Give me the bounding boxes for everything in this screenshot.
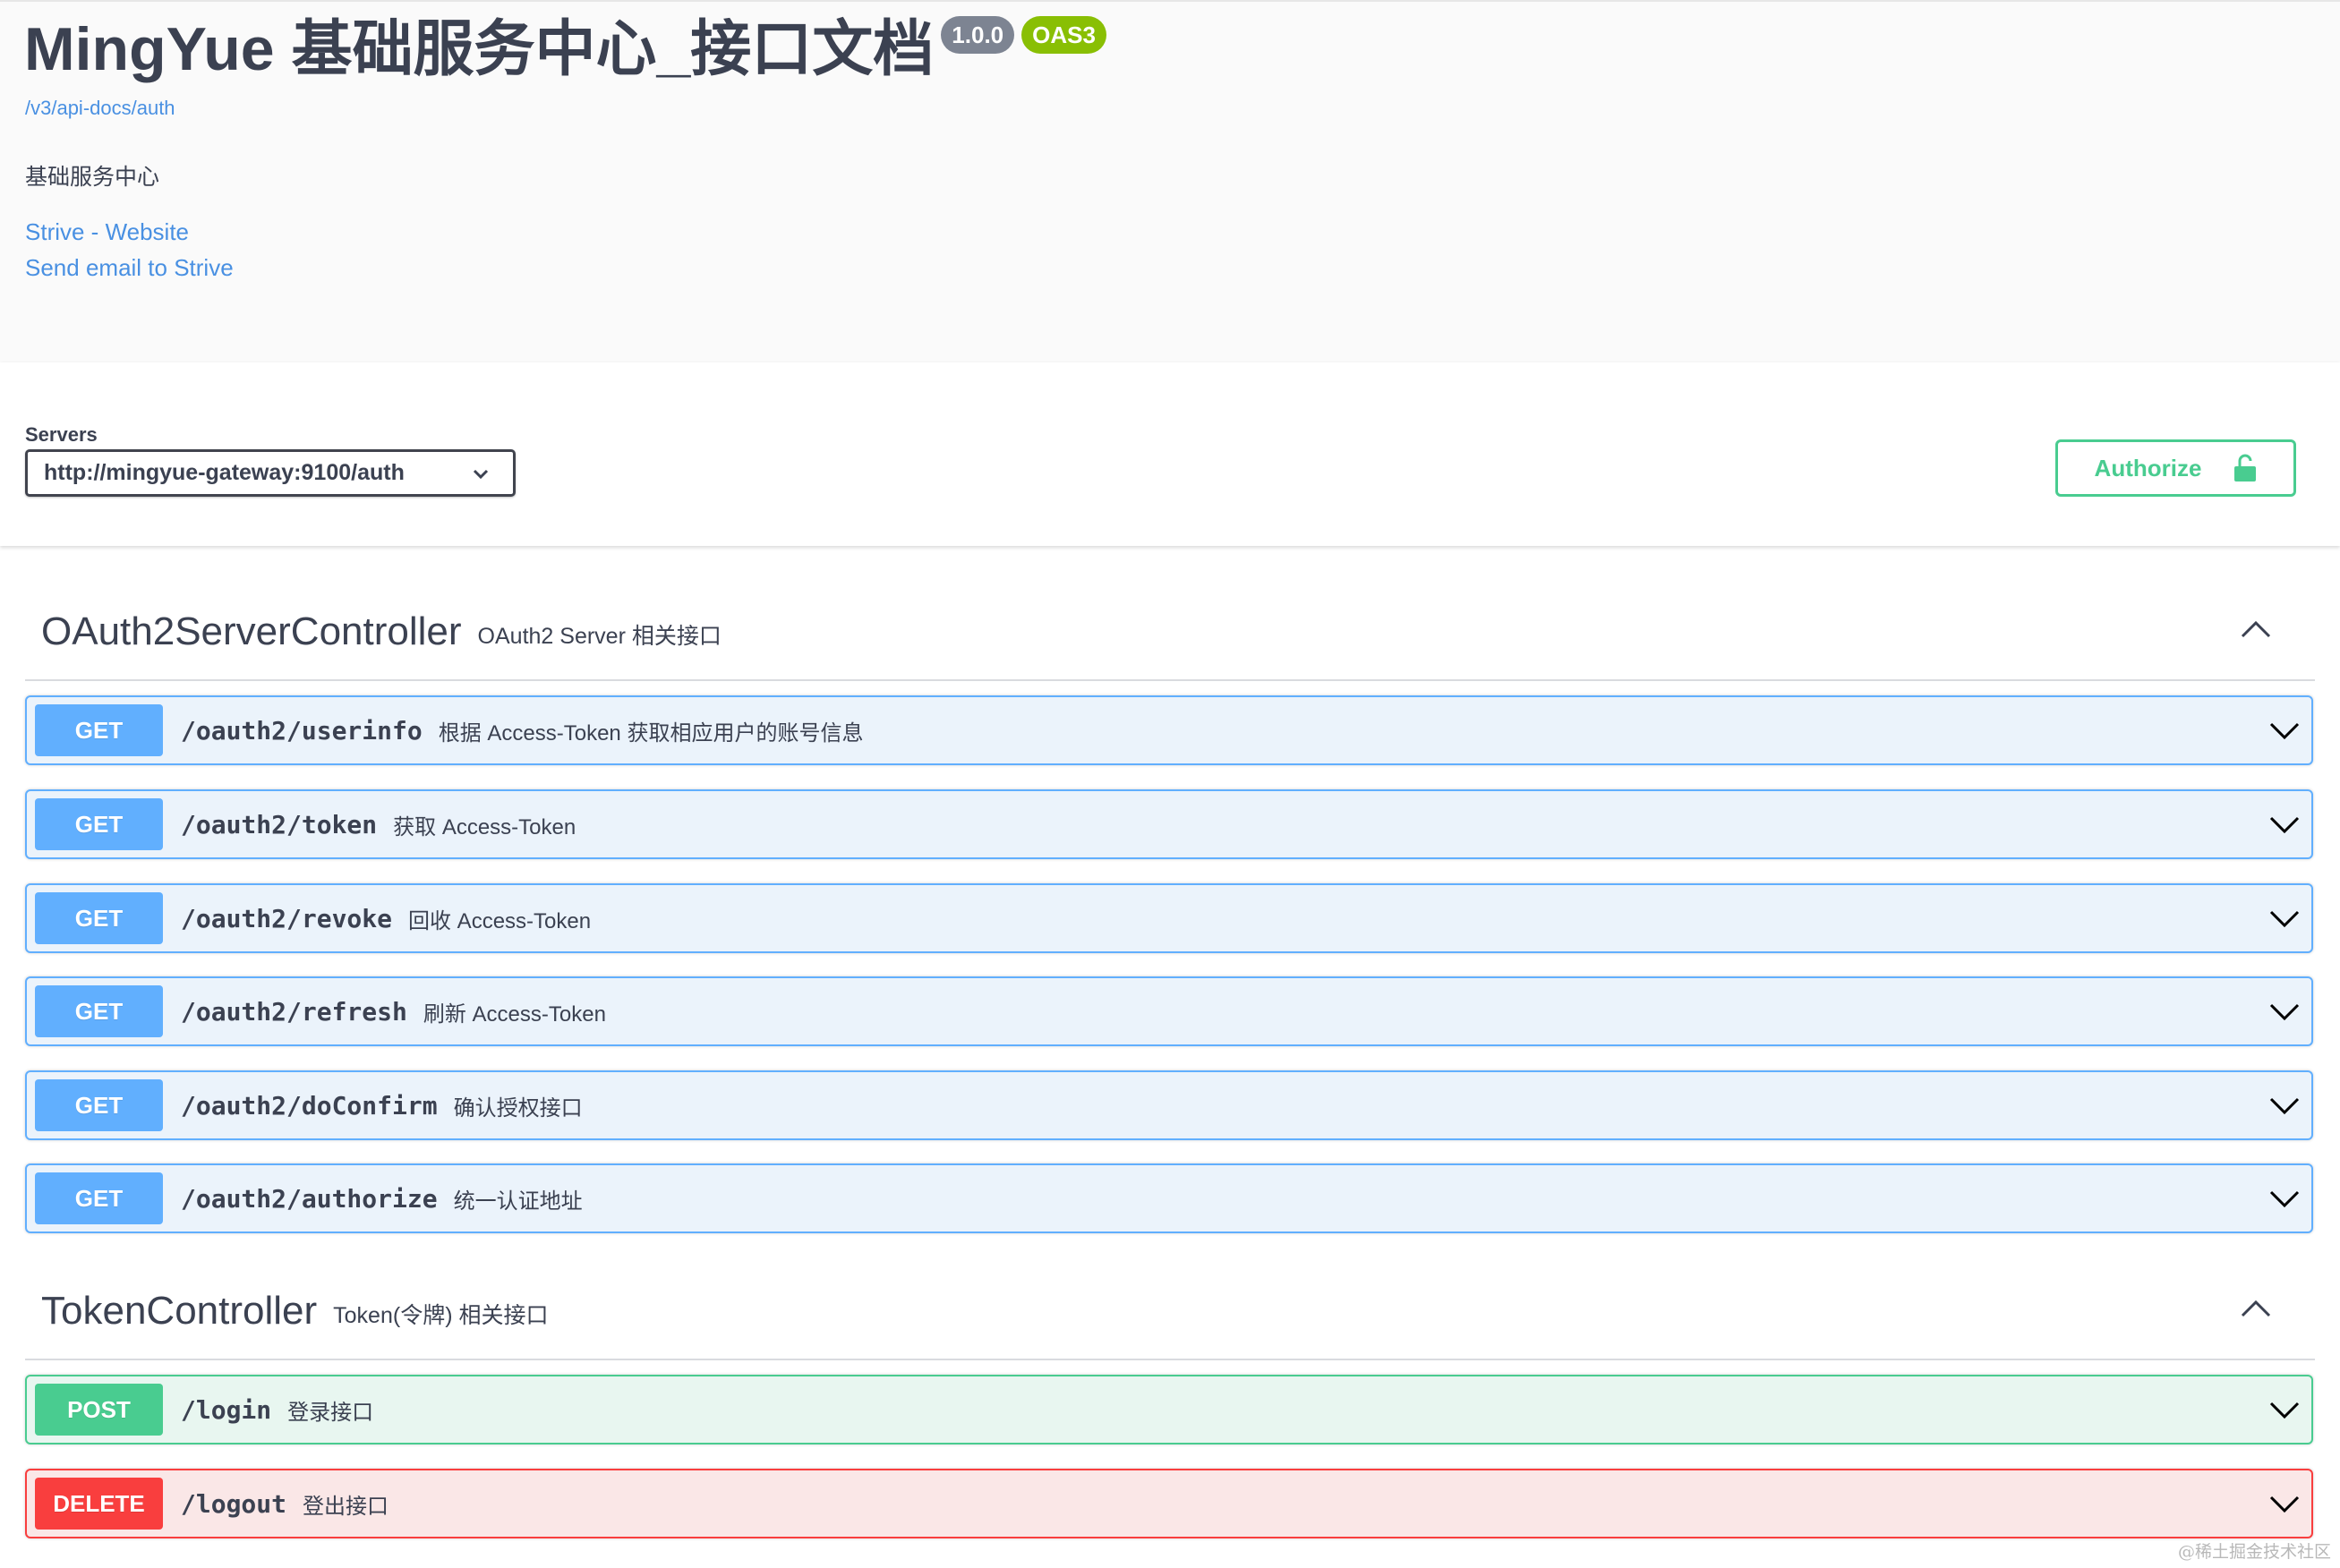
method-badge: GET: [35, 1172, 163, 1224]
operation-summary: 登录接口: [287, 1400, 374, 1425]
api-description: 基础服务中心: [25, 165, 160, 190]
api-docs-link[interactable]: /v3/api-docs/auth: [25, 97, 175, 120]
chevron-down-icon[interactable]: [2268, 1490, 2301, 1517]
info-section: MingYue 基础服务中心_接口文档 1.0.0 OAS3 /v3/api-d…: [0, 0, 2340, 362]
chevron-down-icon[interactable]: [2268, 1185, 2301, 1212]
email-link[interactable]: Send email to Strive: [25, 254, 234, 282]
operation-summary: 回收 Access-Token: [408, 908, 592, 933]
operation-summary: 获取 Access-Token: [393, 814, 576, 839]
chevron-down-icon[interactable]: [2268, 811, 2301, 838]
operation-path: /oauth2/authorize: [181, 1183, 438, 1214]
servers-label: Servers: [25, 423, 98, 446]
authorize-label: Authorize: [2094, 454, 2202, 481]
method-badge: GET: [35, 704, 163, 756]
method-badge: GET: [35, 1079, 163, 1131]
chevron-down-icon[interactable]: [2268, 998, 2301, 1025]
watermark: @稀土掘金技术社区: [2177, 1542, 2331, 1562]
method-badge: POST: [35, 1384, 163, 1436]
chevron-up-icon[interactable]: [2240, 618, 2272, 640]
operation-path: /oauth2/refresh: [181, 996, 407, 1027]
server-select-value: http://mingyue-gateway:9100/auth: [44, 460, 405, 485]
operation-path: /logout: [181, 1488, 287, 1519]
operation-summary: 根据 Access-Token 获取相应用户的账号信息: [438, 720, 864, 746]
title-row: MingYue 基础服务中心_接口文档 1.0.0 OAS3: [24, 11, 1106, 88]
operation-path: /oauth2/userinfo: [181, 715, 423, 746]
tag-oauth2servercontroller[interactable]: OAuth2ServerController OAuth2 Server 相关接…: [25, 584, 2315, 681]
operation-path: /oauth2/token: [181, 809, 378, 839]
chevron-down-icon[interactable]: [2268, 1396, 2301, 1423]
operation-path: /oauth2/doConfirm: [181, 1090, 438, 1121]
operation-path: /login: [181, 1394, 272, 1425]
tag-name: TokenController: [41, 1289, 318, 1333]
chevron-down-icon[interactable]: [2268, 905, 2301, 932]
operation-summary: 确认授权接口: [453, 1095, 583, 1121]
tag-tokencontroller[interactable]: TokenController Token(令牌) 相关接口: [25, 1264, 2315, 1360]
method-badge: GET: [35, 985, 163, 1037]
operation-summary: 登出接口: [303, 1494, 389, 1519]
operation-path: /oauth2/revoke: [181, 903, 393, 933]
spec-badge: OAS3: [1021, 16, 1106, 54]
operation-get-userinfo[interactable]: GET /oauth2/userinfo 根据 Access-Token 获取相…: [25, 695, 2313, 765]
method-badge: GET: [35, 798, 163, 850]
operation-summary: 刷新 Access-Token: [423, 1001, 606, 1027]
operation-summary: 统一认证地址: [453, 1189, 583, 1214]
page-title: MingYue 基础服务中心_接口文档: [24, 15, 935, 83]
chevron-down-icon[interactable]: [2268, 1092, 2301, 1119]
authorize-button[interactable]: Authorize: [2055, 439, 2296, 497]
method-badge: GET: [35, 892, 163, 944]
chevron-up-icon[interactable]: [2240, 1298, 2272, 1319]
operation-get-revoke[interactable]: GET /oauth2/revoke 回收 Access-Token: [25, 883, 2313, 953]
tag-description: OAuth2 Server 相关接口: [477, 624, 722, 649]
unlock-icon: [2234, 454, 2257, 481]
version-badge: 1.0.0: [941, 16, 1015, 54]
servers-section: Servers http://mingyue-gateway:9100/auth…: [0, 362, 2340, 546]
method-badge: DELETE: [35, 1478, 163, 1530]
chevron-down-icon: [473, 469, 489, 480]
operation-get-token[interactable]: GET /oauth2/token 获取 Access-Token: [25, 789, 2313, 859]
tag-description: Token(令牌) 相关接口: [333, 1303, 549, 1328]
tag-name: OAuth2ServerController: [41, 609, 462, 653]
operation-get-doconfirm[interactable]: GET /oauth2/doConfirm 确认授权接口: [25, 1070, 2313, 1140]
operation-get-authorize[interactable]: GET /oauth2/authorize 统一认证地址: [25, 1163, 2313, 1233]
chevron-down-icon[interactable]: [2268, 717, 2301, 744]
server-select[interactable]: http://mingyue-gateway:9100/auth: [25, 449, 516, 497]
operation-get-refresh[interactable]: GET /oauth2/refresh 刷新 Access-Token: [25, 976, 2313, 1046]
operation-delete-logout[interactable]: DELETE /logout 登出接口: [25, 1469, 2313, 1538]
website-link[interactable]: Strive - Website: [25, 218, 189, 246]
operation-post-login[interactable]: POST /login 登录接口: [25, 1375, 2313, 1444]
